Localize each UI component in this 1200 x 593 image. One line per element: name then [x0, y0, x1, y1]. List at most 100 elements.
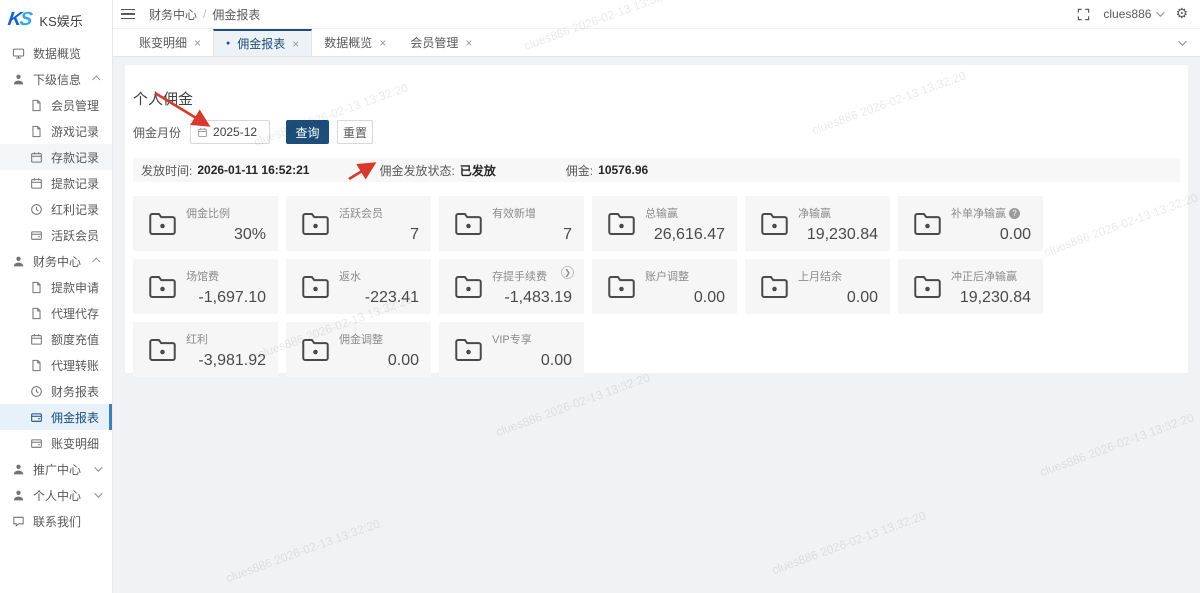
tab-data-overview[interactable]: 数据概览 × — [312, 29, 398, 56]
sidebar-item-finance-report[interactable]: 财务报表 — [0, 378, 112, 404]
file-icon — [30, 307, 43, 320]
chevron-up-icon — [92, 257, 100, 265]
sidebar-item-personal-center[interactable]: 个人中心 — [0, 482, 112, 508]
sidebar-item-label: 财务报表 — [51, 383, 99, 400]
sidebar-item-deposit-records[interactable]: 存款记录 — [0, 144, 112, 170]
stat-card-commission-rate: 佣金比例30% — [133, 196, 278, 251]
file-icon — [30, 99, 43, 112]
reset-button[interactable]: 重置 — [337, 120, 373, 144]
calendar-icon — [30, 151, 43, 164]
stat-card-value: 7 — [492, 226, 572, 244]
tab-close-icon[interactable]: × — [465, 36, 472, 50]
expand-icon[interactable]: ❯ — [561, 266, 574, 279]
clock-icon — [30, 385, 43, 398]
sidebar-item-subordinate-info[interactable]: 下级信息 — [0, 66, 112, 92]
sidebar-item-active-members[interactable]: 活跃会员 — [0, 222, 112, 248]
sidebar-item-contact-us[interactable]: 联系我们 — [0, 508, 112, 534]
sidebar-item-label: 存款记录 — [51, 149, 99, 166]
folder-icon — [454, 211, 483, 237]
folder-icon — [454, 337, 483, 363]
stat-card-label: 总输赢 — [645, 205, 678, 221]
stat-card-vip-exclusive: VIP专享0.00 — [439, 322, 584, 377]
tab-commission-report[interactable]: ●佣金报表× — [213, 29, 312, 56]
stat-card-value: -1,697.10 — [186, 289, 266, 307]
stat-card-total-win-loss: 总输赢26,616.47 — [592, 196, 737, 251]
stat-card-label: 佣金比例 — [186, 205, 230, 221]
folder-icon — [148, 274, 177, 300]
chevron-down-icon — [94, 463, 102, 471]
tab-member-management[interactable]: 会员管理× — [398, 29, 484, 56]
file-icon — [30, 359, 43, 372]
page-title: 个人佣金 — [133, 65, 1180, 109]
sidebar-item-data-overview[interactable]: 数据概览 — [0, 40, 112, 66]
app-name: KS娱乐 — [39, 11, 82, 30]
folder-icon — [760, 211, 789, 237]
stat-card-supplement-net-win-loss: 补单净输赢? 0.00 — [898, 196, 1043, 251]
sidebar-item-bonus-records[interactable]: 红利记录 — [0, 196, 112, 222]
stat-card-value: -223.41 — [339, 289, 419, 307]
tab-close-icon[interactable]: × — [379, 36, 386, 50]
sidebar-item-member-management[interactable]: 会员管理 — [0, 92, 112, 118]
stat-card-value: 7 — [339, 226, 419, 244]
sidebar-item-finance-center[interactable]: 财务中心 — [0, 248, 112, 274]
sidebar-item-account-change-detail[interactable]: 账变明细 — [0, 430, 112, 456]
sidebar-item-label: 联系我们 — [33, 513, 81, 530]
folder-icon — [148, 211, 177, 237]
active-tab-dot-icon: ● — [226, 40, 230, 47]
stat-cards-grid: 佣金比例30%活跃会员7有效新增7总输赢26,616.47净输赢19,230.8… — [133, 196, 1180, 377]
info-icon[interactable]: ? — [1009, 208, 1020, 219]
gear-icon[interactable]: ⚙ — [1175, 6, 1188, 22]
stat-card-value: 0.00 — [951, 226, 1031, 244]
stat-card-account-adjustment: 账户调整0.00 — [592, 259, 737, 314]
issue-time-label: 发放时间: — [141, 162, 192, 179]
folder-icon — [301, 211, 330, 237]
tab-account-change-detail[interactable]: 账变明细× — [127, 29, 213, 56]
sidebar-item-agent-transfer[interactable]: 代理转账 — [0, 352, 112, 378]
chevron-up-icon — [92, 75, 100, 83]
stat-card-value: -3,981.92 — [186, 352, 266, 370]
status-label: 佣金发放状态: — [379, 162, 454, 179]
stat-card-label: 佣金调整 — [339, 331, 383, 347]
app-logo[interactable]: KS KS娱乐 — [0, 0, 112, 40]
stat-card-deposit-withdraw-fee: 存提手续费-1,483.19❯ — [439, 259, 584, 314]
stat-card-label: 补单净输赢 — [951, 205, 1006, 221]
sidebar-item-label: 佣金报表 — [51, 409, 99, 426]
user-icon — [12, 463, 25, 476]
sidebar-item-withdrawal-application[interactable]: 提款申请 — [0, 274, 112, 300]
file-icon — [30, 125, 43, 138]
stat-card-value: 19,230.84 — [951, 289, 1031, 307]
menu-collapse-icon[interactable] — [121, 9, 135, 20]
sidebar-item-credit-recharge[interactable]: 额度充值 — [0, 326, 112, 352]
breadcrumb-item-finance-center[interactable]: 财务中心 — [149, 6, 197, 23]
stat-card-label: 场馆费 — [186, 268, 219, 284]
fullscreen-icon[interactable] — [1077, 8, 1090, 21]
tab-close-icon[interactable]: × — [194, 36, 201, 50]
tab-label: 数据概览 — [324, 34, 372, 51]
breadcrumb-item-commission-report[interactable]: 佣金报表 — [212, 6, 260, 23]
month-picker-input[interactable]: 2025-12 — [190, 120, 270, 144]
topbar: 财务中心 / 佣金报表 clues886 ⚙ — [113, 0, 1200, 29]
sidebar-item-agent-deposit[interactable]: 代理代存 — [0, 300, 112, 326]
stat-card-label: 有效新增 — [492, 205, 536, 221]
sidebar-item-promotion-center[interactable]: 推广中心 — [0, 456, 112, 482]
sidebar-item-label: 会员管理 — [51, 97, 99, 114]
sidebar-item-game-records[interactable]: 游戏记录 — [0, 118, 112, 144]
folder-icon — [607, 274, 636, 300]
tab-close-icon[interactable]: × — [292, 37, 299, 51]
sidebar-item-commission-report[interactable]: 佣金报表 — [0, 404, 112, 430]
user-menu[interactable]: clues886 — [1103, 7, 1162, 21]
query-button[interactable]: 查询 — [286, 120, 329, 144]
tab-bar: 账变明细×●佣金报表×数据概览×会员管理× — [113, 29, 1200, 57]
stat-card-label: 净输赢 — [798, 205, 831, 221]
folder-icon — [760, 274, 789, 300]
tabs-more-chevron-icon[interactable] — [1178, 37, 1186, 45]
folder-icon — [913, 211, 942, 237]
sidebar-item-label: 账变明细 — [51, 435, 99, 452]
sidebar-item-withdrawal-records[interactable]: 提款记录 — [0, 170, 112, 196]
stat-card-corrected-net-win-loss: 冲正后净输赢19,230.84 — [898, 259, 1043, 314]
issue-info-bar: 发放时间: 2026-01-11 16:52:21 佣金发放状态: 已发放 佣金… — [133, 158, 1180, 182]
chat-icon — [12, 515, 25, 528]
stat-card-label: 账户调整 — [645, 268, 689, 284]
month-picker-value: 2025-12 — [213, 125, 257, 139]
stat-card-label: VIP专享 — [492, 331, 532, 347]
